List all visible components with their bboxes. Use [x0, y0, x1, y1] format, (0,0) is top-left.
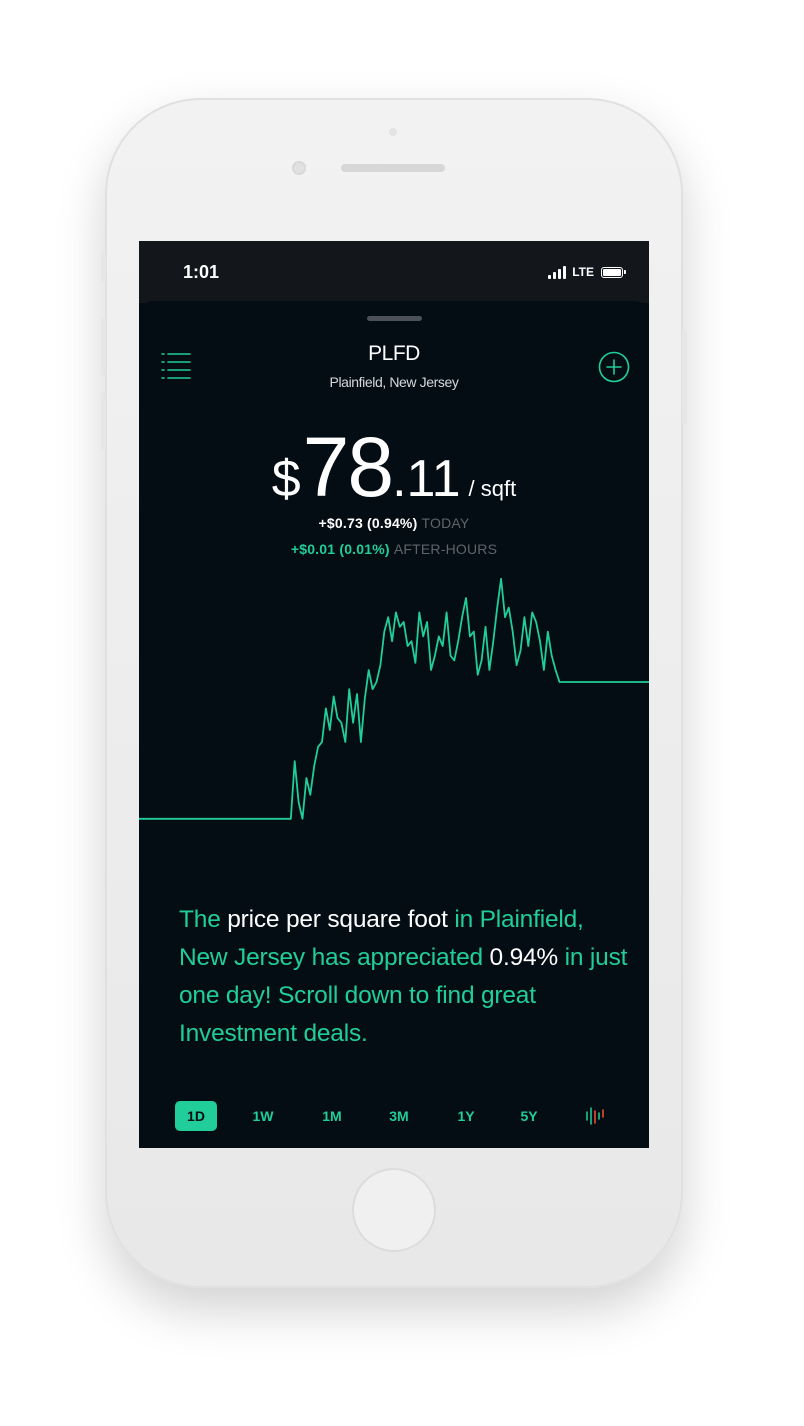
- app-screen: 1:01 LTE PLFD Plainfield, New Jersey $ 7…: [139, 241, 649, 1148]
- battery-icon: [601, 266, 626, 278]
- candlestick-icon[interactable]: [585, 1107, 605, 1125]
- tab-1d[interactable]: 1D: [175, 1101, 217, 1131]
- price-display: $ 78 .11 / sqft: [139, 419, 649, 514]
- today-change-value: +$0.73 (0.94%): [318, 515, 418, 531]
- tab-3m[interactable]: 3M: [379, 1101, 419, 1131]
- price-unit: / sqft: [468, 476, 517, 501]
- message-part-4: 0.94%: [489, 944, 559, 971]
- after-hours-label: AFTER-HOURS: [393, 541, 498, 557]
- tab-1y[interactable]: 1Y: [446, 1101, 486, 1131]
- message-part-2: price per square foot: [227, 906, 448, 933]
- power-button: [682, 330, 687, 424]
- tab-1w[interactable]: 1W: [243, 1101, 283, 1131]
- sheet-grabber[interactable]: [367, 316, 422, 321]
- volume-up-button: [101, 318, 106, 376]
- tab-1m[interactable]: 1M: [312, 1101, 352, 1131]
- price-currency: $: [271, 450, 301, 508]
- message-part-1: The: [179, 906, 228, 933]
- front-camera: [292, 161, 306, 175]
- status-bar: 1:01 LTE: [139, 241, 649, 303]
- today-change: +$0.73 (0.94%) TODAY: [139, 515, 649, 531]
- volume-down-button: [101, 392, 106, 450]
- network-type: LTE: [572, 265, 594, 279]
- status-indicators: LTE: [548, 265, 626, 279]
- appreciation-message: The price per square foot in Plainfield,…: [179, 901, 629, 1053]
- home-button[interactable]: [352, 1168, 436, 1252]
- signal-icon: [548, 265, 567, 279]
- range-selector: 1D 1W 1M 3M 1Y 5Y: [139, 1101, 649, 1133]
- sensor: [389, 128, 397, 136]
- price-integer: 78: [302, 420, 394, 514]
- ticker-symbol: PLFD: [368, 342, 420, 365]
- location-name: Plainfield, New Jersey: [329, 374, 459, 390]
- chart-series-line: [139, 577, 649, 820]
- after-hours-value: +$0.01 (0.01%): [290, 541, 390, 557]
- tab-5y[interactable]: 5Y: [509, 1101, 549, 1131]
- mute-switch: [101, 252, 106, 282]
- earpiece-speaker: [341, 164, 445, 172]
- status-time: 1:01: [183, 262, 220, 282]
- after-hours-change: +$0.01 (0.01%) AFTER-HOURS: [139, 541, 649, 557]
- price-decimal: .11: [392, 450, 461, 508]
- today-change-label: TODAY: [421, 515, 470, 531]
- price-chart[interactable]: [139, 566, 649, 846]
